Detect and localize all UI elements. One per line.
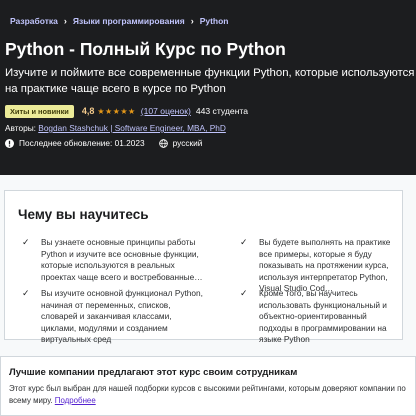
learn-item: ✓ Вы будете выполнять на практике все пр… — [240, 237, 391, 293]
check-icon: ✓ — [240, 288, 248, 298]
students-count: 443 студента — [195, 106, 249, 116]
what-you-learn-box: Чему вы научитесь ✓ Вы узнаете основные … — [4, 190, 403, 344]
course-header: Разработка › Языки программирования › Py… — [0, 0, 416, 175]
chevron-right-icon: › — [63, 16, 67, 26]
alert-icon — [5, 138, 14, 148]
rating-value: 4,8 — [81, 106, 95, 116]
business-banner: Лучшие компании предлагают этот курс сво… — [0, 356, 416, 416]
globe-icon — [158, 138, 168, 148]
breadcrumb-item-languages[interactable]: Языки программирования — [73, 16, 185, 26]
breadcrumb-item-development[interactable]: Разработка — [10, 16, 58, 26]
authors-line: Авторы: Bogdan Stashchuk | Software Engi… — [5, 123, 226, 133]
course-meta: Последнее обновление: 01.2023 русский — [5, 138, 202, 148]
business-text: Этот курс был выбран для нашей подборки … — [9, 384, 406, 405]
last-updated: Последнее обновление: 01.2023 — [19, 138, 145, 148]
check-icon: ✓ — [240, 237, 248, 247]
rating-row: Хиты и новинки 4,8 ★★★★★ (107 оценок) 44… — [5, 104, 248, 118]
breadcrumb-item-python[interactable]: Python — [200, 16, 229, 26]
rating-count-link[interactable]: (107 оценок) — [141, 106, 191, 116]
authors-label: Авторы: — [5, 123, 36, 133]
course-language: русский — [172, 138, 203, 148]
breadcrumb: Разработка › Языки программирования › Py… — [10, 16, 229, 26]
learn-item: ✓ Кроме того, вы научитесь использовать … — [240, 288, 387, 344]
chevron-right-icon: › — [190, 16, 194, 26]
business-heading: Лучшие компании предлагают этот курс сво… — [9, 367, 298, 378]
learn-more-link[interactable]: Подробнее — [55, 396, 96, 405]
check-icon: ✓ — [22, 288, 30, 298]
learn-heading: Чему вы научитесь — [18, 207, 149, 222]
author-link[interactable]: Bogdan Stashchuk | Software Engineer, MB… — [38, 123, 226, 133]
course-title: Python - Полный Курс по Python — [5, 39, 286, 59]
learn-item: ✓ Вы узнаете основные принципы работы Py… — [22, 237, 203, 282]
learn-item: ✓ Вы изучите основной функционал Python,… — [22, 288, 203, 344]
course-subtitle: Изучите и поймите все современные функци… — [5, 67, 415, 95]
star-rating-icon: ★★★★★ — [97, 106, 136, 116]
bestseller-badge: Хиты и новинки — [5, 104, 74, 118]
check-icon: ✓ — [22, 237, 30, 247]
